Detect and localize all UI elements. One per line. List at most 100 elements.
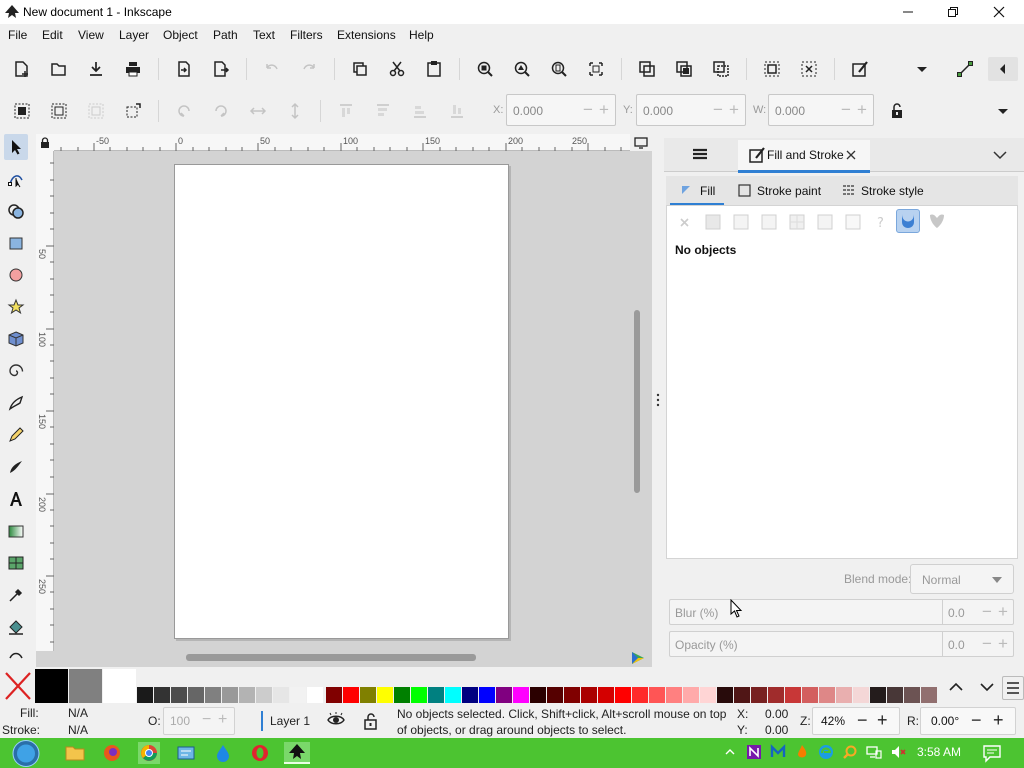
menu-text[interactable]: Text [253,28,275,42]
palette-swatch[interactable] [615,687,631,703]
palette-swatch[interactable] [445,687,461,703]
tray-edge[interactable] [818,744,834,760]
palette-swatch[interactable] [921,687,937,703]
color-managed-toggle[interactable] [630,650,648,666]
palette-swatch[interactable] [632,687,648,703]
lock-ratio-button[interactable] [885,99,909,123]
palette-swatch[interactable] [411,687,427,703]
palette-swatch[interactable] [360,687,376,703]
vertical-scrollbar[interactable] [634,310,640,493]
lower-to-bottom-button[interactable] [445,99,469,123]
palette-swatch[interactable] [819,687,835,703]
palette-swatch[interactable] [171,687,187,703]
raise-button[interactable] [371,99,395,123]
palette-swatch[interactable] [751,687,767,703]
palette-swatch[interactable] [666,687,682,703]
rotate-cw-button[interactable] [209,99,233,123]
paint-swatch-button[interactable] [844,213,862,231]
close-icon[interactable] [846,150,856,160]
3d-box-tool[interactable] [4,326,28,352]
palette-swatch[interactable] [870,687,886,703]
palette-swatch[interactable] [154,687,170,703]
palette-swatch[interactable] [343,687,359,703]
shape-builder-tool[interactable] [4,198,28,224]
palette-swatch[interactable] [326,687,342,703]
menu-file[interactable]: File [8,28,27,42]
ungroup-button[interactable] [797,57,821,81]
rectangle-tool[interactable] [4,230,28,256]
y-input[interactable]: 0.000 − + [636,94,746,126]
palette-swatch[interactable] [394,687,410,703]
palette-swatch[interactable] [768,687,784,703]
copy-button[interactable] [348,57,372,81]
palette-swatch[interactable] [35,669,68,703]
node-tool[interactable] [4,166,28,192]
controls-overflow-button[interactable] [991,99,1015,123]
palette-swatch[interactable] [307,687,323,703]
palette-swatch[interactable] [904,687,920,703]
subtab-stroke-paint[interactable]: Stroke paint [738,176,838,206]
taskbar-clock[interactable]: 3:58 AM [917,745,961,759]
palette-swatch[interactable] [836,687,852,703]
subtab-fill[interactable]: Fill [670,176,724,206]
star-tool[interactable] [4,294,28,320]
zoom-input[interactable]: 42% − + [812,707,900,735]
lower-button[interactable] [408,99,432,123]
mesh-tool[interactable] [4,550,28,576]
palette-swatch[interactable] [290,687,306,703]
x-decrement-button[interactable]: − [583,101,593,118]
maximize-button[interactable] [930,0,976,24]
status-opacity-input[interactable]: 100 − + [163,707,235,735]
zoom-out-button[interactable]: − [857,710,868,731]
paint-none-button[interactable] [676,213,694,231]
subtab-stroke-style[interactable]: Stroke style [842,176,942,206]
paste-button[interactable] [422,57,446,81]
tweak-tool[interactable] [4,646,28,664]
start-button[interactable] [8,739,44,768]
palette-swatch[interactable] [188,687,204,703]
deselect-button[interactable] [84,99,108,123]
current-layer-label[interactable]: Layer 1 [270,714,310,728]
palette-scroll-up-button[interactable] [945,676,967,698]
minimize-button[interactable] [885,0,931,24]
fill-stroke-button[interactable] [848,57,872,81]
w-increment-button[interactable]: + [857,101,867,118]
palette-swatch[interactable] [239,687,255,703]
zoom-page-button[interactable] [547,57,571,81]
palette-swatch[interactable] [530,687,546,703]
taskbar-explorer[interactable] [64,742,86,764]
palette-scroll-down-button[interactable] [976,676,998,698]
guide-lock-button[interactable] [36,134,54,151]
tray-app-fire[interactable] [794,744,810,760]
palette-swatch[interactable] [785,687,801,703]
menu-object[interactable]: Object [163,28,198,42]
flip-horizontal-button[interactable] [246,99,270,123]
raise-to-top-button[interactable] [334,99,358,123]
menu-view[interactable]: View [78,28,104,42]
palette-menu-button[interactable] [1002,676,1024,700]
menu-extensions[interactable]: Extensions [337,28,396,42]
taskbar-opera[interactable] [249,742,271,764]
palette-swatch[interactable] [479,687,495,703]
ellipse-tool[interactable] [4,262,28,288]
palette-swatch[interactable] [513,687,529,703]
palette-swatch[interactable] [205,687,221,703]
opacity-increment-button[interactable]: + [218,711,227,729]
palette-swatch[interactable] [496,687,512,703]
pencil-tool[interactable] [4,422,28,448]
save-button[interactable] [84,57,108,81]
palette-swatch[interactable] [700,687,716,703]
menu-edit[interactable]: Edit [42,28,63,42]
unlink-clone-button[interactable] [709,57,733,81]
dock-resize-handle[interactable] [655,392,661,408]
paint-linear-gradient-button[interactable] [732,213,750,231]
palette-swatch[interactable] [547,687,563,703]
tray-expand-button[interactable] [724,746,736,758]
open-button[interactable] [47,57,71,81]
dropper-tool[interactable] [4,582,28,608]
palette-swatch[interactable] [69,669,102,703]
palette-swatch[interactable] [887,687,903,703]
menu-path[interactable]: Path [213,28,238,42]
undo-button[interactable] [260,57,284,81]
tray-search-app[interactable] [842,744,858,760]
